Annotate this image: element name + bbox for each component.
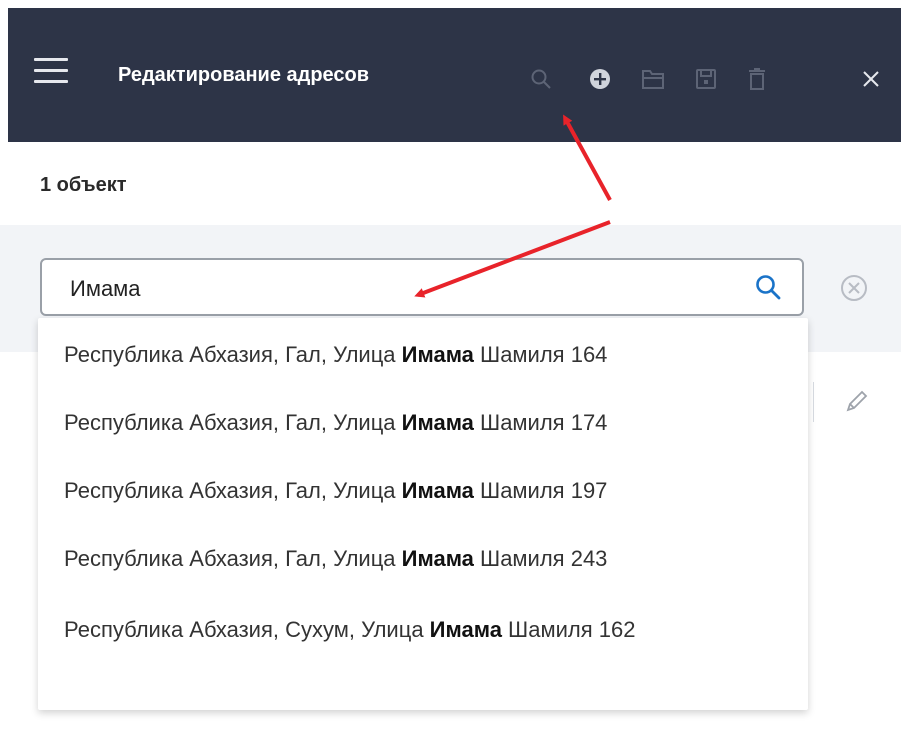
suggestion-item[interactable]: Республика Абхазия, Гал, Улица Имама Шам… bbox=[64, 474, 794, 508]
suggestion-text: Шамиля 243 bbox=[473, 546, 608, 571]
save-icon bbox=[696, 69, 716, 89]
suggestion-item[interactable]: Республика Абхазия, Сухум, Улица Имама Ш… bbox=[64, 610, 764, 650]
suggestion-text: Шамиля 174 bbox=[473, 410, 608, 435]
suggestion-item[interactable]: Республика Абхазия, Гал, Улица Имама Шам… bbox=[64, 542, 794, 576]
suggestion-text: Республика Абхазия, Гал, Улица bbox=[64, 478, 402, 503]
search-submit-button[interactable] bbox=[754, 273, 784, 303]
search-field[interactable] bbox=[40, 258, 804, 316]
suggestion-text: Республика Абхазия, Гал, Улица bbox=[64, 342, 402, 367]
divider bbox=[813, 382, 814, 422]
suggestion-item[interactable]: Республика Абхазия, Гал, Улица Имама Шам… bbox=[64, 406, 794, 440]
clear-circle-icon bbox=[841, 275, 867, 301]
pencil-icon bbox=[846, 390, 868, 412]
page-title: Редактирование адресов bbox=[118, 64, 370, 86]
search-input[interactable] bbox=[68, 270, 732, 308]
delete-button[interactable] bbox=[742, 64, 772, 94]
add-button[interactable] bbox=[585, 64, 615, 94]
clear-search-button[interactable] bbox=[838, 272, 870, 304]
menu-button[interactable] bbox=[34, 58, 70, 88]
search-icon bbox=[756, 275, 781, 300]
menu-icon bbox=[34, 58, 68, 61]
close-icon bbox=[863, 71, 879, 87]
trash-icon bbox=[749, 68, 765, 90]
suggestion-match: Имама bbox=[401, 546, 474, 571]
suggestion-text: Шамиля 162 bbox=[501, 617, 636, 642]
suggestion-text: Шамиля 197 bbox=[473, 478, 608, 503]
add-circle-icon bbox=[590, 69, 610, 89]
open-folder-button[interactable] bbox=[638, 64, 668, 94]
search-icon bbox=[531, 69, 551, 89]
suggestion-text: Республика Абхазия, Гал, Улица bbox=[64, 546, 402, 571]
suggestion-text: Республика Абхазия, Сухум, Улица bbox=[64, 617, 430, 642]
suggestion-text: Республика Абхазия, Гал, Улица bbox=[64, 410, 402, 435]
menu-icon-line bbox=[34, 69, 68, 72]
search-tool-button[interactable] bbox=[526, 64, 556, 94]
folder-icon bbox=[642, 70, 664, 89]
suggestion-match: Имама bbox=[429, 617, 502, 642]
suggestion-match: Имама bbox=[401, 478, 474, 503]
save-button[interactable] bbox=[691, 64, 721, 94]
suggestions-dropdown: Республика Абхазия, Гал, Улица Имама Шам… bbox=[38, 318, 808, 710]
suggestion-text: Шамиля 164 bbox=[473, 342, 608, 367]
menu-icon-line bbox=[34, 80, 68, 83]
suggestion-match: Имама bbox=[401, 410, 474, 435]
object-count: 1 объект bbox=[40, 174, 127, 196]
top-bar: Редактирование адресов bbox=[8, 8, 901, 142]
edit-button[interactable] bbox=[844, 388, 872, 416]
suggestion-item[interactable]: Республика Абхазия, Гал, Улица Имама Шам… bbox=[64, 338, 794, 372]
close-button[interactable] bbox=[856, 64, 886, 94]
suggestion-match: Имама bbox=[401, 342, 474, 367]
